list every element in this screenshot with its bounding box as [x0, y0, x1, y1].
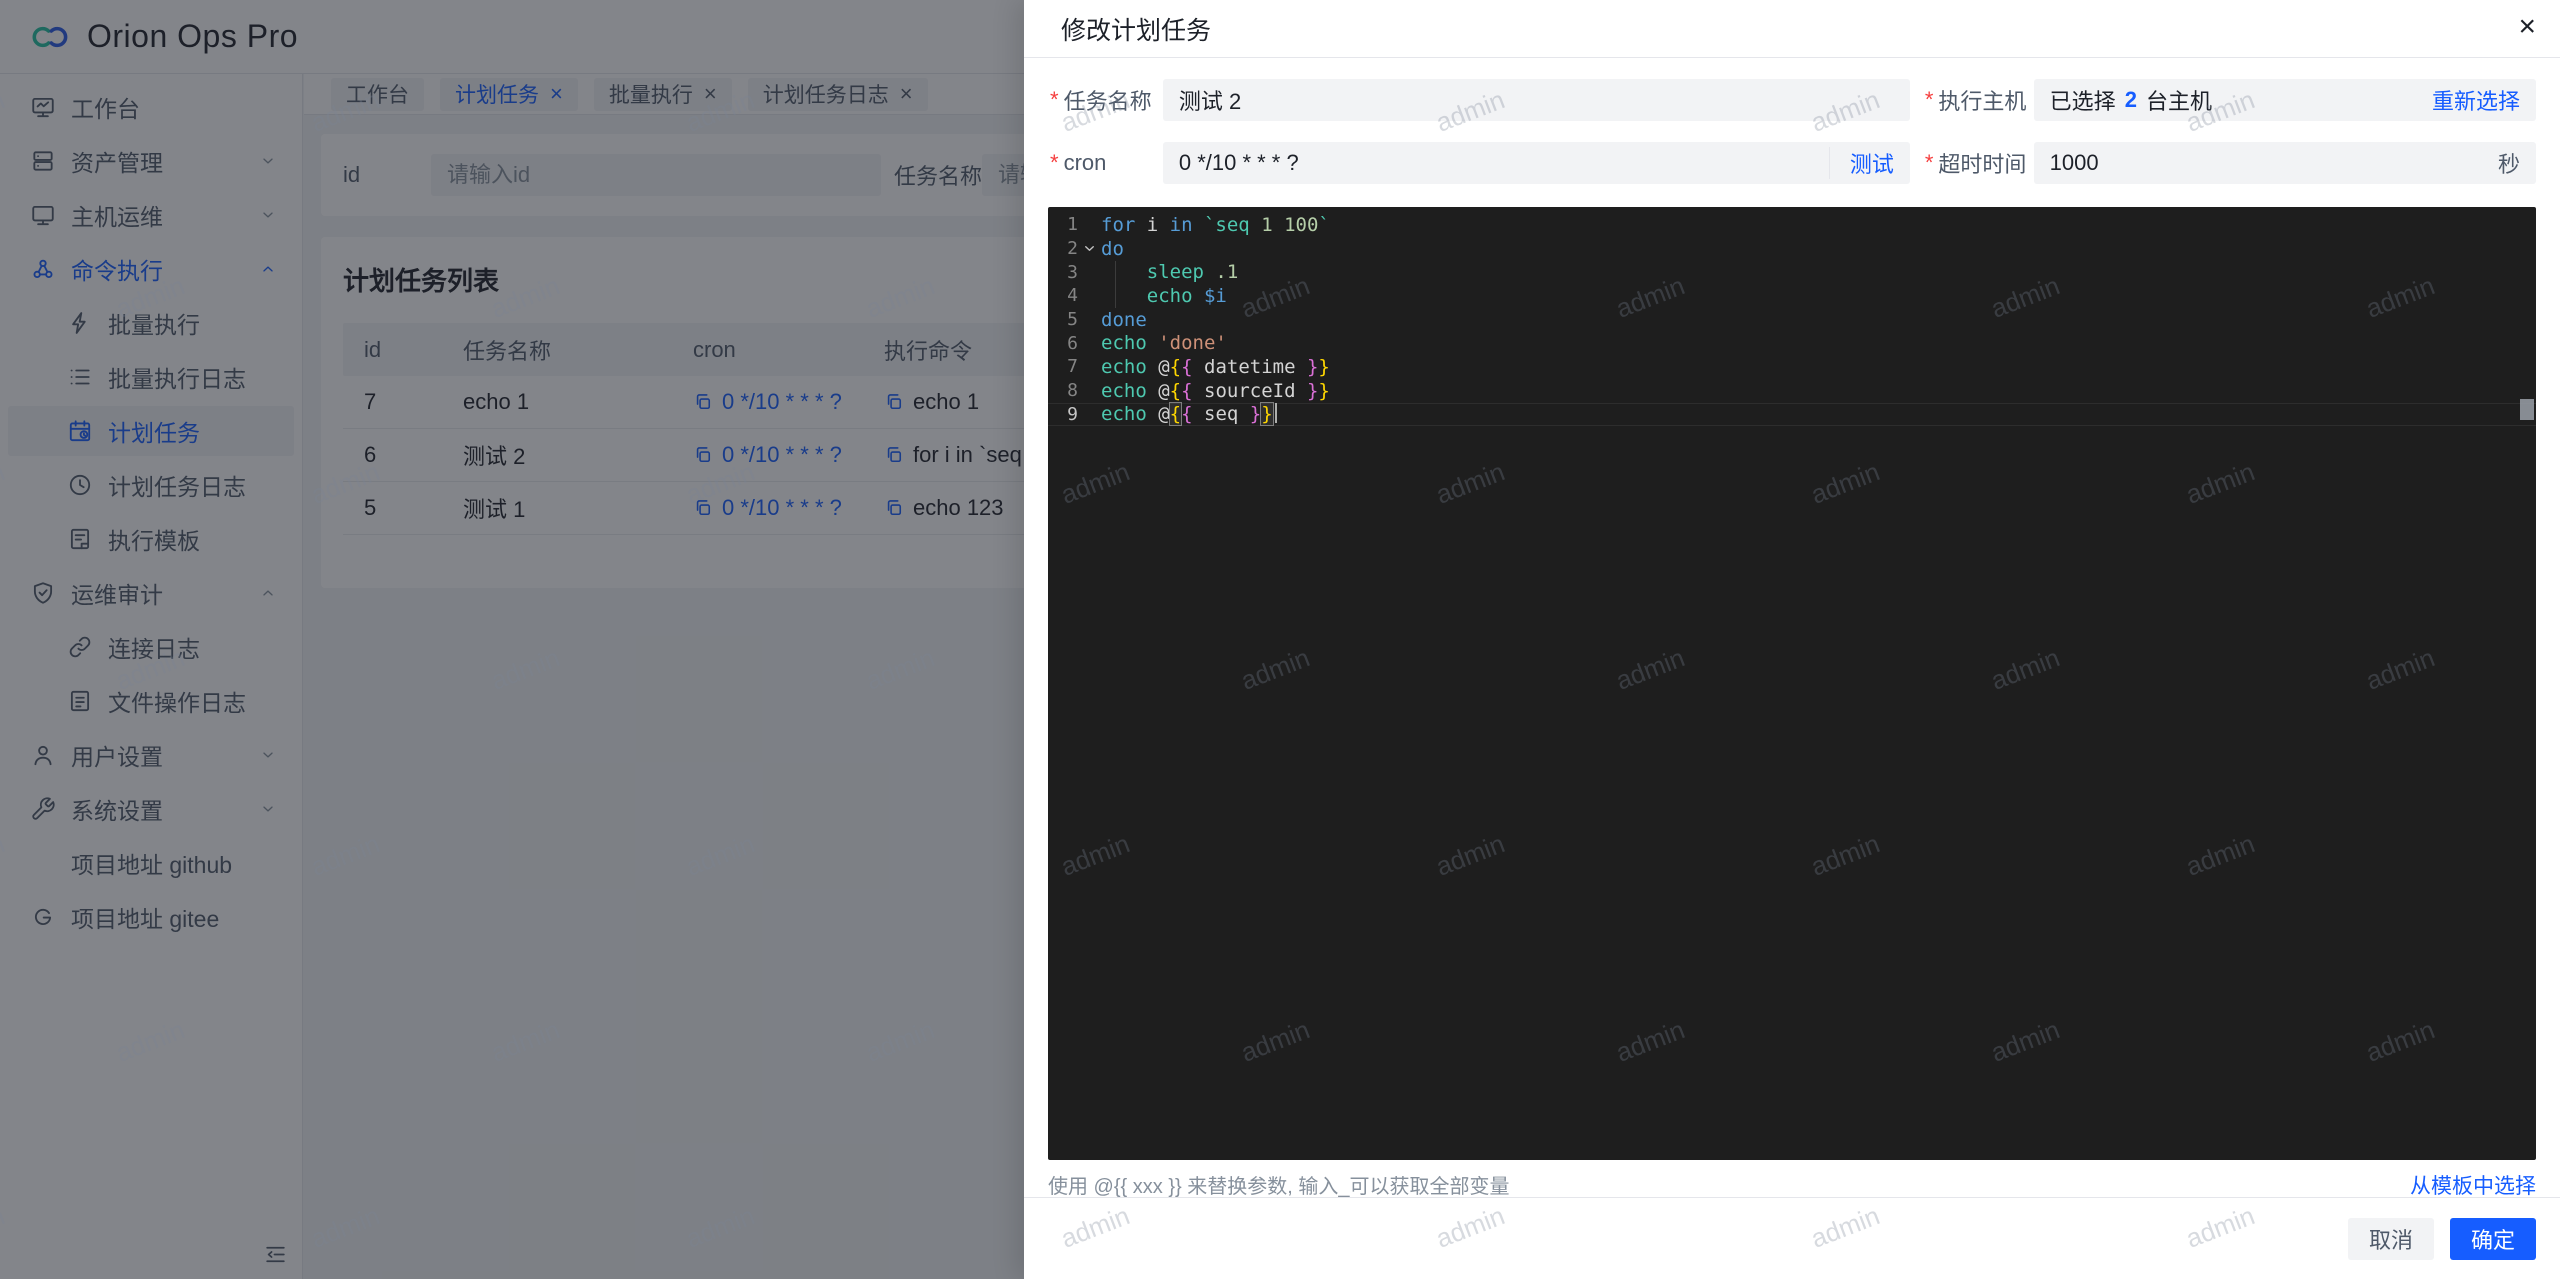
- confirm-button[interactable]: 确定: [2450, 1218, 2536, 1260]
- code-line: 3 sleep .1: [1048, 260, 2536, 284]
- cron-label: * cron: [1050, 150, 1163, 176]
- code-lines: 1for i in `seq 1 100`2do3 sleep .14 echo…: [1048, 207, 2536, 426]
- code-text: echo @{{ datetime }}: [1101, 356, 1330, 378]
- code-text: echo @{{ seq }}: [1101, 403, 1277, 425]
- code-text: for i in `seq 1 100`: [1101, 214, 1330, 236]
- editor-hint: 使用 @{{ xxx }} 来替换参数, 输入_可以获取全部变量: [1048, 1170, 1509, 1197]
- code-text: echo 'done': [1101, 332, 1227, 354]
- line-number: 1: [1048, 214, 1078, 235]
- code-text: echo $i: [1101, 285, 1227, 307]
- code-text: echo @{{ sourceId }}: [1101, 380, 1330, 402]
- cron-field: 测试: [1163, 142, 1910, 184]
- timeout-unit: 秒: [2498, 147, 2520, 179]
- editor-hint-row: 使用 @{{ xxx }} 来替换参数, 输入_可以获取全部变量 从模板中选择: [1048, 1170, 2536, 1197]
- timeout-label: * 超时时间: [1925, 147, 2034, 179]
- drawer-footer: 取消 确定: [1024, 1197, 2560, 1279]
- form-row-2: * cron 测试 * 超时时间 秒: [1048, 142, 2536, 184]
- cron-input[interactable]: [1179, 150, 1815, 176]
- cron-test-button[interactable]: 测试: [1829, 147, 1894, 179]
- code-line: 8 echo @{{ sourceId }}: [1048, 379, 2536, 403]
- code-line: 4 echo $i: [1048, 284, 2536, 308]
- host-label: * 执行主机: [1925, 84, 2034, 116]
- required-mark: *: [1050, 87, 1059, 113]
- task-name-field: [1163, 79, 1910, 121]
- required-mark: *: [1925, 87, 1934, 113]
- close-icon[interactable]: ×: [2518, 12, 2536, 42]
- host-selected-suffix: 台主机: [2146, 84, 2212, 116]
- drawer-body: * 任务名称 * 执行主机 已选择 2 台主机 重新选择 * cron: [1024, 58, 2560, 1197]
- line-number: 9: [1048, 404, 1078, 425]
- form-row-1: * 任务名称 * 执行主机 已选择 2 台主机 重新选择: [1048, 79, 2536, 121]
- line-number: 2: [1048, 238, 1078, 259]
- required-mark: *: [1050, 150, 1059, 176]
- command-code-editor[interactable]: 1for i in `seq 1 100`2do3 sleep .14 echo…: [1048, 207, 2536, 1160]
- line-number: 4: [1048, 285, 1078, 306]
- drawer-title: 修改计划任务: [1061, 11, 1211, 47]
- host-selected-count: 2: [2125, 87, 2137, 113]
- code-text: done: [1101, 309, 1147, 331]
- host-selected-prefix: 已选择: [2050, 84, 2116, 116]
- code-line: 9 echo @{{ seq }}: [1048, 403, 2536, 427]
- select-from-template-link[interactable]: 从模板中选择: [2410, 1170, 2536, 1197]
- text-cursor: [1275, 403, 1278, 423]
- code-line: 5 done: [1048, 308, 2536, 332]
- code-line: 2 do: [1048, 237, 2536, 261]
- host-field[interactable]: 已选择 2 台主机 重新选择: [2034, 79, 2536, 121]
- timeout-field: 秒: [2034, 142, 2536, 184]
- reselect-hosts-link[interactable]: 重新选择: [2432, 84, 2520, 116]
- code-line: 7 echo @{{ datetime }}: [1048, 355, 2536, 379]
- line-number: 7: [1048, 356, 1078, 377]
- task-name-label: * 任务名称: [1050, 84, 1163, 116]
- drawer-header: 修改计划任务 ×: [1024, 0, 2560, 58]
- overview-ruler-marker: [2520, 399, 2534, 420]
- cancel-button[interactable]: 取消: [2348, 1218, 2434, 1260]
- code-line: 1 for i in `seq 1 100`: [1048, 213, 2536, 237]
- line-number: 5: [1048, 309, 1078, 330]
- code-text: do: [1101, 238, 1124, 260]
- line-number: 3: [1048, 262, 1078, 283]
- required-mark: *: [1925, 150, 1934, 176]
- timeout-input[interactable]: [2050, 150, 2498, 176]
- line-number: 6: [1048, 333, 1078, 354]
- fold-chevron-icon[interactable]: [1078, 241, 1101, 256]
- edit-task-drawer: 修改计划任务 × * 任务名称 * 执行主机 已选择 2 台主机 重新选择: [1024, 0, 2560, 1279]
- task-name-input[interactable]: [1179, 87, 1894, 113]
- line-number: 8: [1048, 380, 1078, 401]
- indent-guide: [1115, 261, 1116, 308]
- code-text: sleep .1: [1101, 261, 1238, 283]
- code-line: 6 echo 'done': [1048, 331, 2536, 355]
